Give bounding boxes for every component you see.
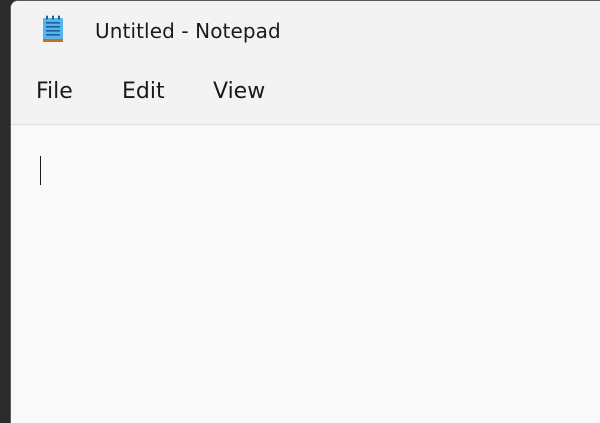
menu-file[interactable]: File xyxy=(34,79,75,104)
notepad-window: Untitled - Notepad File Edit View xyxy=(10,0,600,423)
window-title: Untitled - Notepad xyxy=(95,19,281,43)
notepad-icon xyxy=(42,15,64,43)
menu-view[interactable]: View xyxy=(211,79,267,104)
text-editor-area[interactable] xyxy=(11,126,600,423)
menu-bar: File Edit View xyxy=(11,61,600,125)
title-bar[interactable]: Untitled - Notepad xyxy=(11,1,600,61)
menu-edit[interactable]: Edit xyxy=(120,79,167,104)
text-caret xyxy=(40,156,41,185)
